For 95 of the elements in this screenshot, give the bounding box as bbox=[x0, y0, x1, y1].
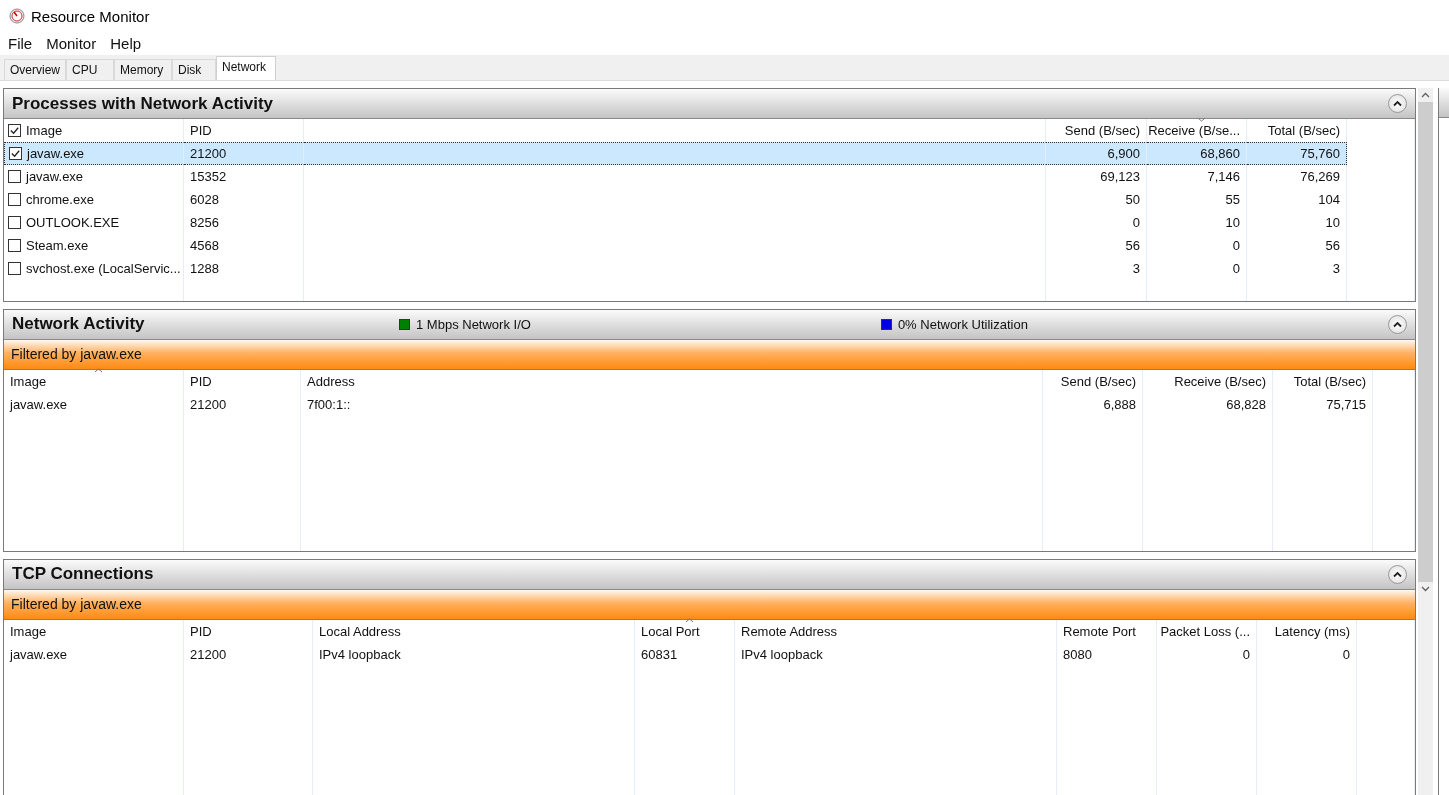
column-header[interactable]: Remote Port bbox=[1057, 619, 1157, 643]
process-name: svchost.exe (LocalServic... bbox=[26, 261, 181, 276]
panel-header[interactable]: Network Activity 1 Mbps Network I/O 0% Network Utilization bbox=[4, 309, 1415, 340]
panel-title: TCP Connections bbox=[12, 564, 154, 585]
table-cell: 6,888 bbox=[1043, 392, 1143, 416]
panel-header[interactable]: TCP Connections bbox=[4, 559, 1415, 590]
table-cell: 56 bbox=[1046, 234, 1147, 257]
table-cell: 10 bbox=[1147, 211, 1247, 234]
table-cell: 76,269 bbox=[1247, 165, 1347, 188]
process-name: Steam.exe bbox=[26, 238, 89, 253]
collapse-button[interactable] bbox=[1388, 564, 1407, 584]
table-cell: 4568 bbox=[184, 234, 304, 257]
collapse-button[interactable] bbox=[1388, 314, 1407, 334]
gauge-icon bbox=[9, 8, 25, 24]
table-cell: 60831 bbox=[635, 642, 735, 666]
column-header[interactable]: Local Address bbox=[313, 619, 635, 643]
column-header[interactable]: Total (B/sec) bbox=[1273, 369, 1373, 393]
tab[interactable]: Memory bbox=[114, 59, 172, 80]
table-cell: 68,828 bbox=[1143, 392, 1273, 416]
table-cell: javaw.exe bbox=[4, 642, 184, 666]
panel-title: Processes with Network Activity bbox=[12, 93, 274, 114]
checkbox[interactable] bbox=[8, 124, 21, 137]
column-header[interactable]: PID bbox=[184, 619, 313, 643]
column-header[interactable]: Remote Address bbox=[735, 619, 1057, 643]
tab[interactable]: Overview bbox=[4, 59, 66, 80]
checkbox[interactable] bbox=[8, 239, 21, 252]
table-cell: 10 bbox=[1247, 211, 1347, 234]
table-cell: 8080 bbox=[1057, 642, 1157, 666]
chevron-up-icon bbox=[1393, 320, 1402, 328]
table-cell: 1288 bbox=[184, 257, 304, 280]
process-name: chrome.exe bbox=[26, 192, 94, 207]
column-header[interactable]: Local Port bbox=[635, 619, 735, 643]
table-cell: 3 bbox=[1046, 257, 1147, 280]
table-cell: 6028 bbox=[184, 188, 304, 211]
checkbox[interactable] bbox=[8, 216, 21, 229]
table-cell: 0 bbox=[1147, 257, 1247, 280]
table-cell: javaw.exe bbox=[4, 392, 184, 416]
table-cell: 75,715 bbox=[1273, 392, 1373, 416]
collapse-button[interactable] bbox=[1388, 94, 1407, 113]
filter-banner: Filtered by javaw.exe bbox=[4, 339, 1415, 370]
table-cell: 50 bbox=[1046, 188, 1147, 211]
table-cell: 55 bbox=[1147, 188, 1247, 211]
table-cell: IPv4 loopback bbox=[313, 642, 635, 666]
checkbox[interactable] bbox=[8, 170, 21, 183]
chevron-up-icon bbox=[1393, 570, 1402, 578]
table-cell: 69,123 bbox=[1046, 165, 1147, 188]
chevron-up-icon bbox=[1393, 100, 1402, 107]
panel-title: Network Activity bbox=[12, 314, 145, 335]
tab[interactable]: Network bbox=[216, 56, 276, 80]
table-cell: 3 bbox=[1247, 257, 1347, 280]
table-cell: IPv4 loopback bbox=[735, 642, 1057, 666]
column-header[interactable]: Address bbox=[301, 369, 1043, 393]
window-title: Resource Monitor bbox=[31, 7, 150, 25]
table-cell: 15352 bbox=[184, 165, 304, 188]
column-header[interactable]: Latency (ms) bbox=[1257, 619, 1357, 643]
table-cell: 0 bbox=[1046, 211, 1147, 234]
table-cell: 21200 bbox=[184, 142, 304, 165]
table-cell: 21200 bbox=[184, 392, 301, 416]
table-cell: 68,860 bbox=[1147, 142, 1247, 165]
tab[interactable]: Disk bbox=[172, 59, 216, 80]
checkbox[interactable] bbox=[8, 193, 21, 206]
filter-banner: Filtered by javaw.exe bbox=[4, 589, 1415, 620]
table-cell: 7f00:1:: bbox=[301, 392, 1043, 416]
column-header[interactable]: Packet Loss (... bbox=[1157, 619, 1257, 643]
panel-header[interactable]: Processes with Network Activity bbox=[4, 89, 1415, 119]
table-cell: 6,900 bbox=[1046, 142, 1147, 165]
tab[interactable]: CPU bbox=[66, 59, 114, 80]
sort-up-icon bbox=[93, 367, 103, 373]
menu-item[interactable]: Monitor bbox=[39, 35, 104, 52]
column-header[interactable]: PID bbox=[184, 369, 301, 393]
table-cell: 104 bbox=[1247, 188, 1347, 211]
column-header[interactable]: Receive (B/sec) bbox=[1143, 369, 1273, 393]
menu-item[interactable]: Help bbox=[103, 35, 149, 52]
checkbox[interactable] bbox=[8, 262, 21, 275]
column-header[interactable]: Send (B/sec) bbox=[1043, 369, 1143, 393]
column-header[interactable]: Image bbox=[4, 619, 184, 643]
column-header[interactable]: Image bbox=[4, 369, 184, 393]
table-cell: 56 bbox=[1247, 234, 1347, 257]
checkbox[interactable] bbox=[9, 147, 22, 160]
table-cell: 21200 bbox=[184, 642, 313, 666]
table-cell: 75,760 bbox=[1247, 142, 1347, 165]
process-name: OUTLOOK.EXE bbox=[26, 215, 120, 230]
scrollbar-thumb[interactable] bbox=[1418, 102, 1433, 582]
sort-up-icon bbox=[684, 617, 694, 623]
process-name: javaw.exe bbox=[26, 169, 84, 184]
table-cell: 8256 bbox=[184, 211, 304, 234]
table-cell: 0 bbox=[1147, 234, 1247, 257]
table-cell: 0 bbox=[1157, 642, 1257, 666]
table-cell: 0 bbox=[1257, 642, 1357, 666]
table-cell: 7,146 bbox=[1147, 165, 1247, 188]
legend-label: 1 Mbps Network I/O bbox=[416, 316, 531, 332]
menu-item[interactable]: File bbox=[1, 35, 40, 52]
legend-label: 0% Network Utilization bbox=[897, 316, 1028, 332]
sort-down-icon bbox=[1196, 117, 1206, 122]
process-name: javaw.exe bbox=[27, 146, 85, 161]
